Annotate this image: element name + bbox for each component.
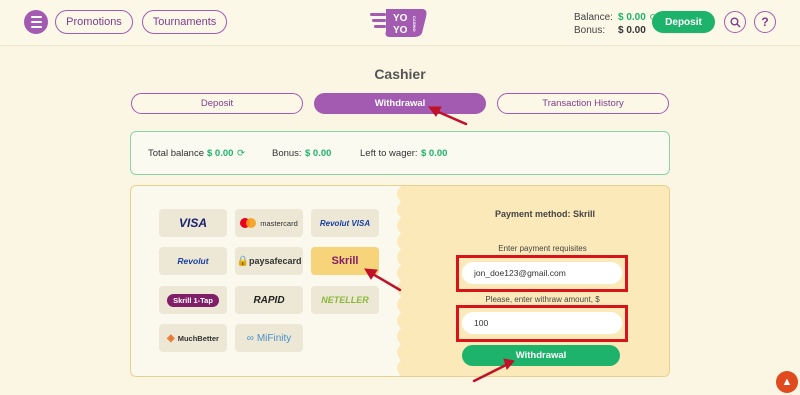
method-visa[interactable]: VISA [159, 209, 227, 237]
tab-deposit[interactable]: Deposit [131, 93, 303, 114]
summary-bonus-label: Bonus: [272, 148, 302, 159]
svg-text:CASINO: CASINO [412, 16, 417, 32]
payment-method-title: Payment method: Skrill [495, 209, 596, 219]
header-deposit-button[interactable]: Deposit [652, 11, 715, 33]
highlight-box-requisites [456, 255, 628, 292]
wager-value: $ 0.00 [421, 148, 448, 159]
casino-logo[interactable]: YO YO CASINO [370, 5, 434, 39]
balance-value: $ 0.00 [618, 12, 646, 23]
method-skrill-1tap[interactable]: Skrill 1-Tap [159, 286, 227, 314]
summary-bonus-value: $ 0.00 [305, 148, 332, 159]
promotions-button[interactable]: Promotions [55, 10, 133, 34]
top-header: Promotions Tournaments YO YO CASINO Bala… [0, 0, 800, 46]
total-balance-value: $ 0.00 [207, 148, 234, 159]
balance-summary: Total balance $ 0.00 ⟳ Bonus: $ 0.00 Lef… [130, 131, 670, 175]
method-neteller[interactable]: NETELLER [311, 286, 379, 314]
hamburger-menu-icon[interactable] [24, 10, 48, 34]
method-skrill[interactable]: Skrill [311, 247, 379, 275]
page-title: Cashier [374, 66, 426, 82]
bonus-label: Bonus: [574, 25, 606, 36]
mifinity-icon: ∞ [246, 332, 254, 344]
method-paysafecard[interactable]: 🔒 paysafecard [235, 247, 303, 275]
method-muchbetter[interactable]: ◈ MuchBetter [159, 324, 227, 352]
mastercard-icon [240, 218, 257, 228]
scroll-to-top-icon[interactable]: ▲ [776, 371, 798, 393]
wager-label: Left to wager: [360, 148, 418, 159]
total-balance-label: Total balance [148, 148, 204, 159]
balance-label: Balance: [574, 12, 613, 23]
method-rapid[interactable]: RAPID [235, 286, 303, 314]
refresh-icon[interactable]: ⟳ [237, 148, 245, 159]
svg-text:YO: YO [393, 13, 408, 24]
method-revolut-visa[interactable]: Revolut VISA [311, 209, 379, 237]
requisites-label: Enter payment requisites [498, 244, 587, 253]
tournaments-button[interactable]: Tournaments [142, 10, 227, 34]
highlight-box-amount [456, 305, 628, 342]
svg-text:YO: YO [393, 25, 408, 36]
method-revolut[interactable]: Revolut [159, 247, 227, 275]
method-mifinity[interactable]: ∞ MiFinity [235, 324, 303, 352]
tab-transaction-history[interactable]: Transaction History [497, 93, 669, 114]
lock-icon: 🔒 [236, 255, 249, 267]
tab-withdrawal[interactable]: Withdrawal [314, 93, 486, 114]
bonus-value: $ 0.00 [618, 25, 646, 36]
ticket-edge-decoration [397, 186, 409, 376]
method-mastercard[interactable]: mastercard [235, 209, 303, 237]
withdrawal-submit-button[interactable]: Withdrawal [462, 345, 620, 366]
muchbetter-icon: ◈ [167, 332, 175, 344]
help-icon[interactable]: ? [754, 11, 776, 33]
search-icon[interactable] [724, 11, 746, 33]
amount-label: Please, enter withraw amount, $ [485, 295, 600, 304]
balance-info: Balance: $ 0.00 ⟳ Bonus: $ 0.00 [574, 11, 657, 37]
